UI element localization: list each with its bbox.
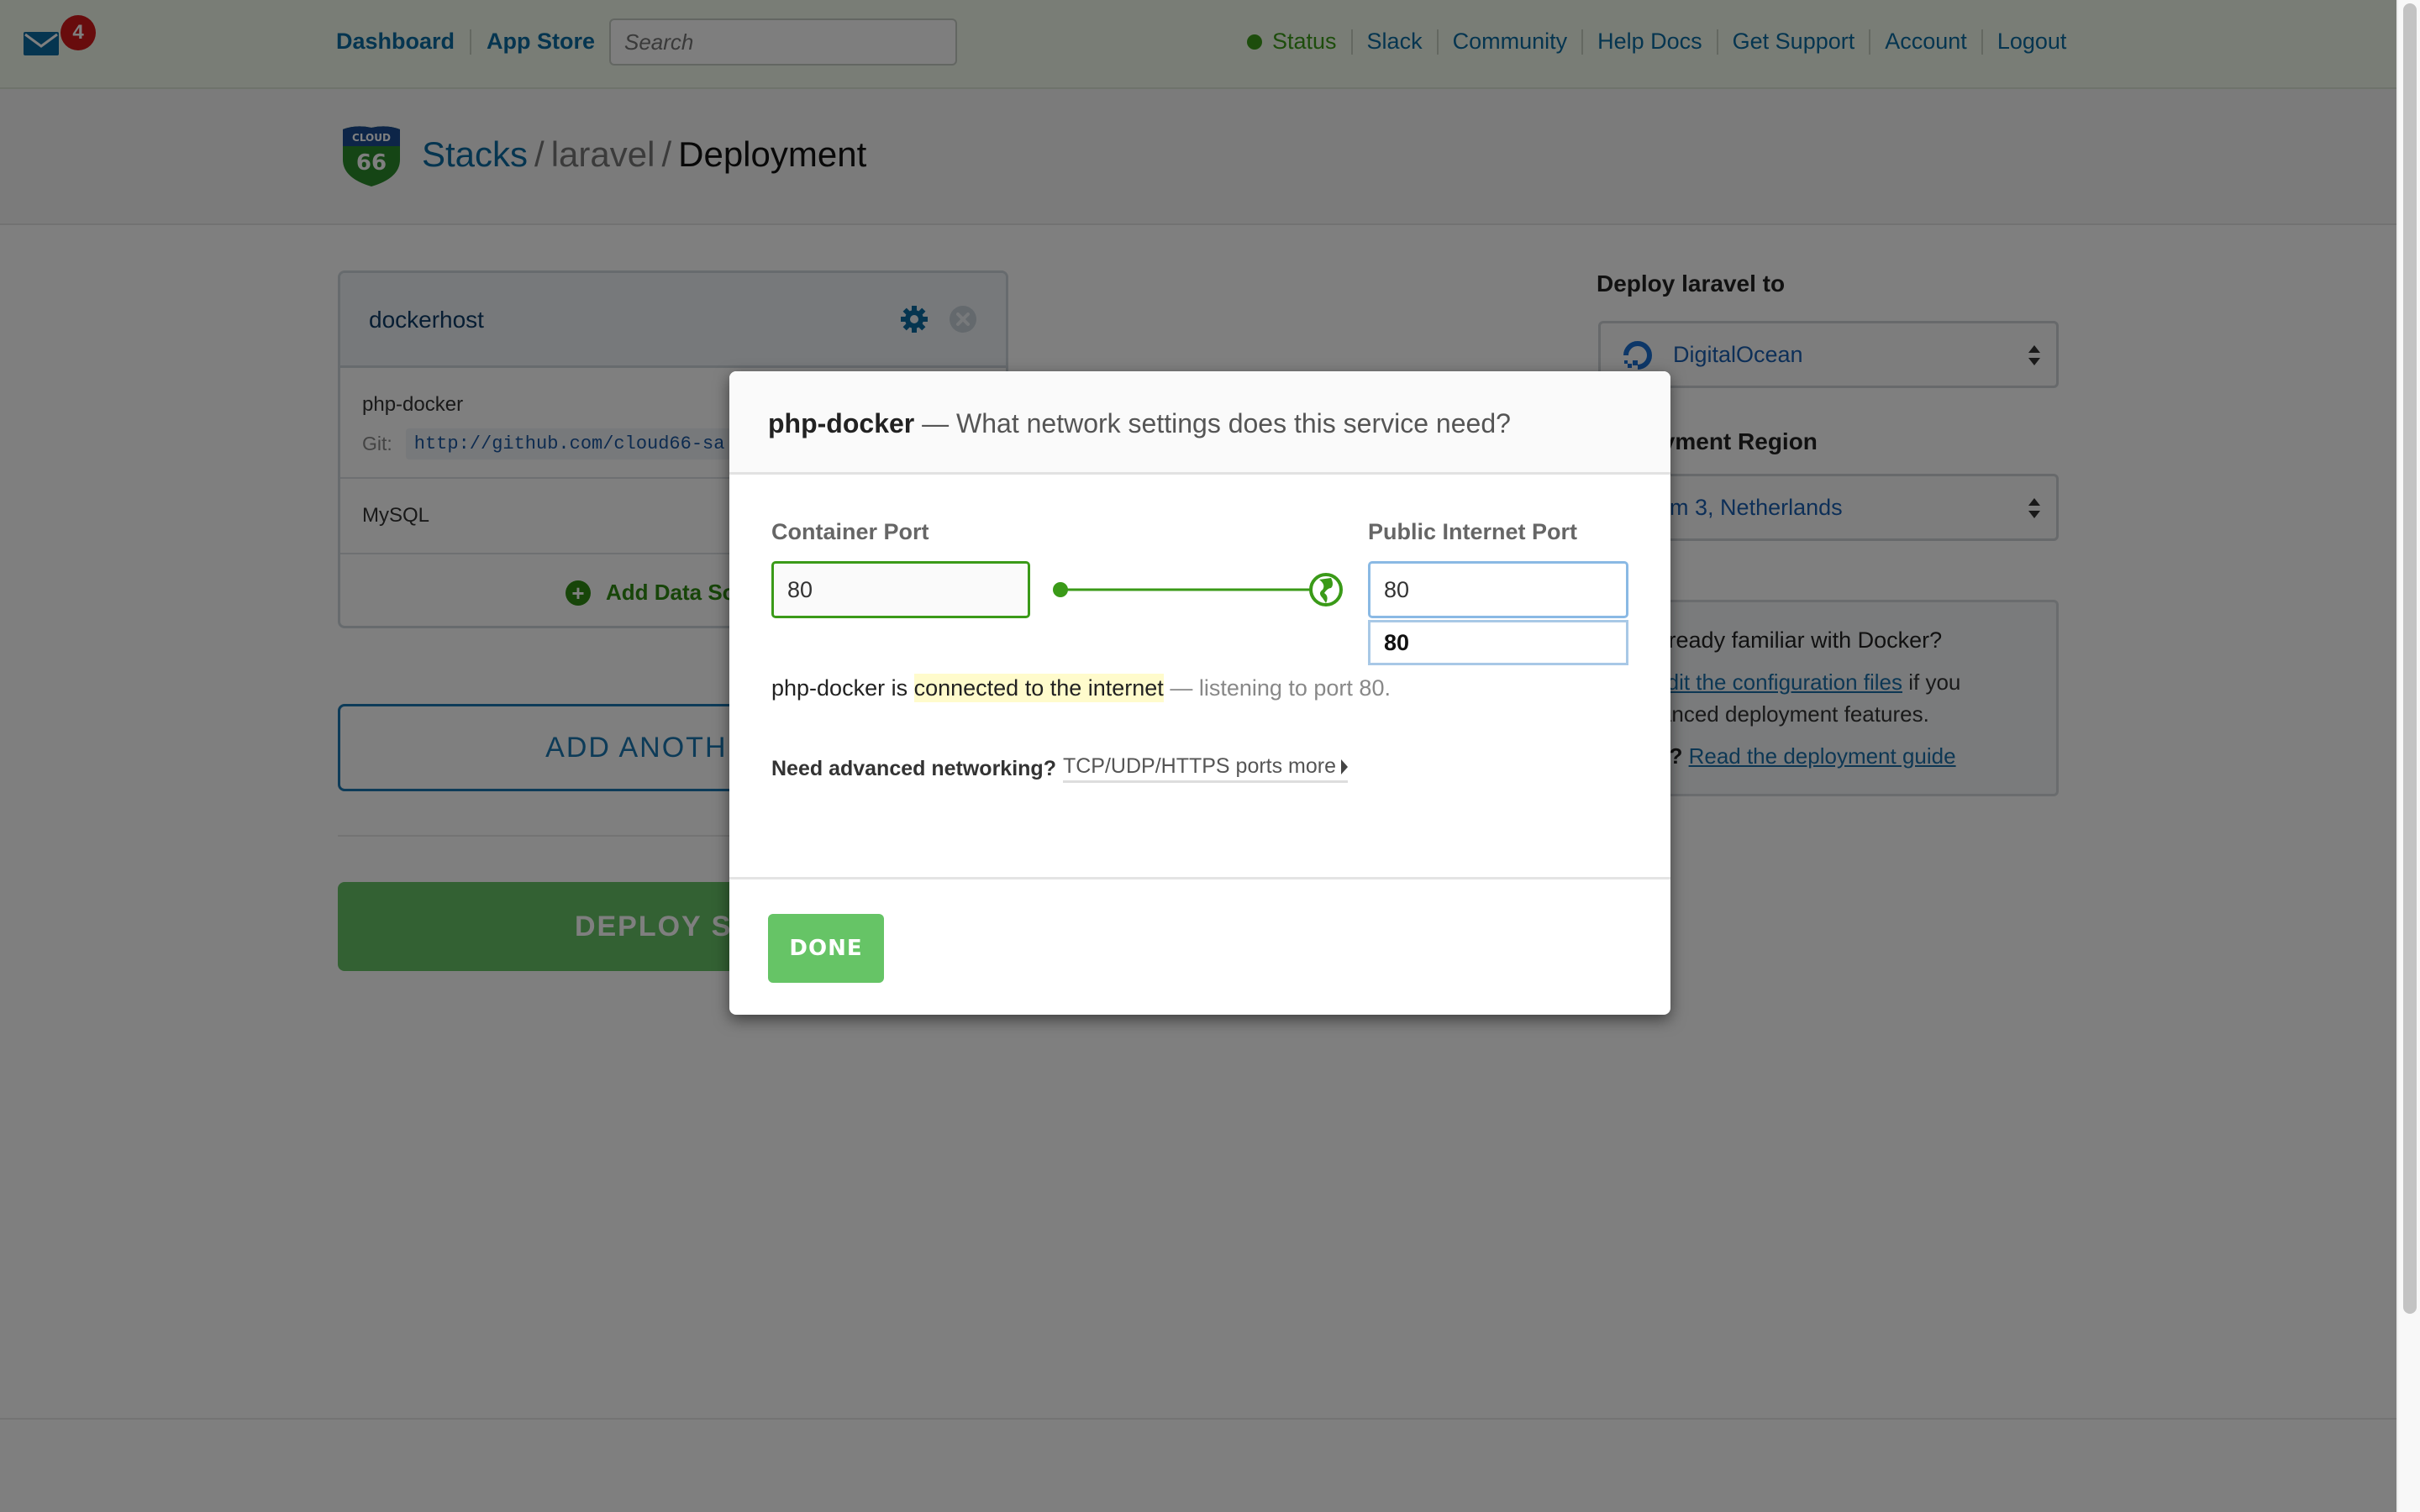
container-port-label: Container Port	[771, 519, 929, 544]
public-port-input[interactable]	[1368, 561, 1628, 618]
modal-header: php-docker — What network settings does …	[729, 371, 1670, 475]
globe-icon	[1309, 573, 1343, 606]
port-connection-line	[1053, 573, 1343, 606]
public-port-label: Public Internet Port	[1368, 519, 1578, 544]
modal-title: php-docker — What network settings does …	[768, 408, 1511, 439]
scrollbar-thumb[interactable]	[2403, 3, 2417, 1314]
status-highlight: connected to the internet	[913, 674, 1164, 702]
network-settings-modal: php-docker — What network settings does …	[729, 371, 1670, 1015]
advanced-link-text: TCP/UDP/HTTPS ports more	[1062, 754, 1337, 778]
autocomplete-suggestion[interactable]: 80	[1368, 620, 1628, 665]
advanced-networking: Need advanced networking? TCP/UDP/HTTPS …	[771, 754, 1349, 783]
advanced-label: Need advanced networking?	[771, 756, 1056, 780]
advanced-ports-link[interactable]: TCP/UDP/HTTPS ports more	[1062, 754, 1349, 783]
page-scrollbar[interactable]	[2396, 0, 2420, 1512]
modal-service-name: php-docker	[768, 408, 915, 438]
modal-footer-divider	[729, 877, 1670, 879]
container-port-input[interactable]	[771, 561, 1030, 618]
page: 4 Dashboard App Store Status Slack Commu…	[0, 0, 2396, 1512]
modal-question: — What network settings does this servic…	[914, 408, 1511, 438]
status-prefix: php-docker is	[771, 675, 914, 701]
status-suffix: — listening to port 80.	[1163, 675, 1391, 701]
connection-status: php-docker is connected to the internet …	[771, 674, 1391, 702]
caret-right-icon	[1341, 759, 1349, 774]
done-button[interactable]: DONE	[768, 914, 884, 983]
